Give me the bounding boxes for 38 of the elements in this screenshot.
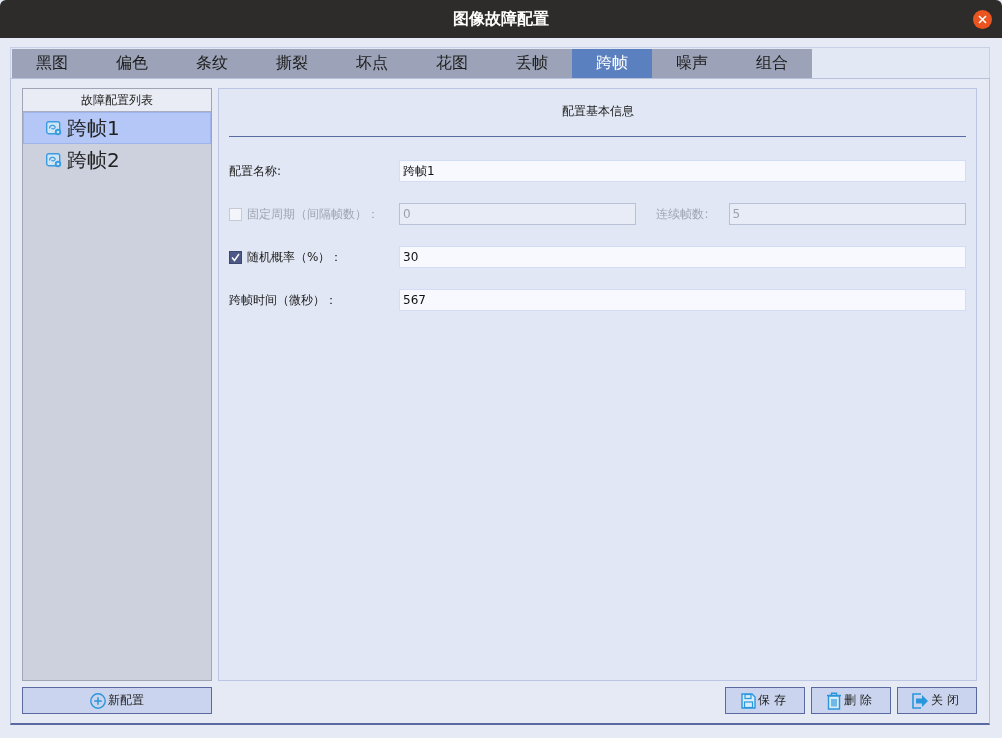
close-icon	[978, 14, 987, 24]
gear-tile-icon	[46, 152, 62, 168]
list-item[interactable]: 跨帧1	[23, 112, 211, 144]
tab[interactable]: 撕裂	[252, 49, 332, 78]
new-config-button[interactable]: 新配置	[22, 687, 212, 714]
section-title: 配置基本信息	[561, 104, 634, 118]
item-label: 跨帧2	[67, 146, 120, 174]
gear-tile-icon	[46, 120, 62, 136]
tab[interactable]: 花图	[412, 49, 492, 78]
field-label: 跨帧时间（微秒）：	[229, 291, 337, 309]
list-item[interactable]: 跨帧2	[23, 144, 211, 176]
item-label: 跨帧1	[67, 114, 120, 142]
checkbox[interactable]	[229, 250, 242, 264]
text-field[interactable]: 跨帧1	[399, 160, 966, 182]
tab[interactable]: 组合	[732, 49, 812, 78]
field-label: 随机概率（%）：	[247, 248, 343, 266]
exit-arrow-icon	[911, 692, 929, 709]
field-label: 配置名称:	[229, 162, 282, 180]
plus-circle-icon	[90, 692, 106, 709]
text-field[interactable]: 567	[399, 289, 966, 311]
save-button[interactable]: 保存	[725, 687, 805, 714]
tab[interactable]: 条纹	[172, 49, 252, 78]
text-field[interactable]: 30	[399, 246, 966, 268]
tab[interactable]: 丢帧	[492, 49, 572, 78]
field-label: 固定周期（间隔帧数）：	[247, 205, 379, 223]
tab[interactable]: 黑图	[12, 49, 92, 78]
list-header: 故障配置列表	[23, 89, 211, 112]
tab[interactable]: 跨帧	[572, 49, 652, 78]
delete-button[interactable]: 删除	[811, 687, 891, 714]
trash-icon	[826, 691, 842, 710]
save-icon	[740, 692, 756, 709]
close-button[interactable]: 关闭	[897, 687, 977, 714]
window-close-button[interactable]	[973, 9, 992, 29]
tab[interactable]: 偏色	[92, 49, 172, 78]
tab[interactable]: 噪声	[652, 49, 732, 78]
tab[interactable]: 坏点	[332, 49, 412, 78]
field-label: 连续帧数:	[656, 205, 709, 223]
window-title: 图像故障配置	[453, 8, 549, 30]
